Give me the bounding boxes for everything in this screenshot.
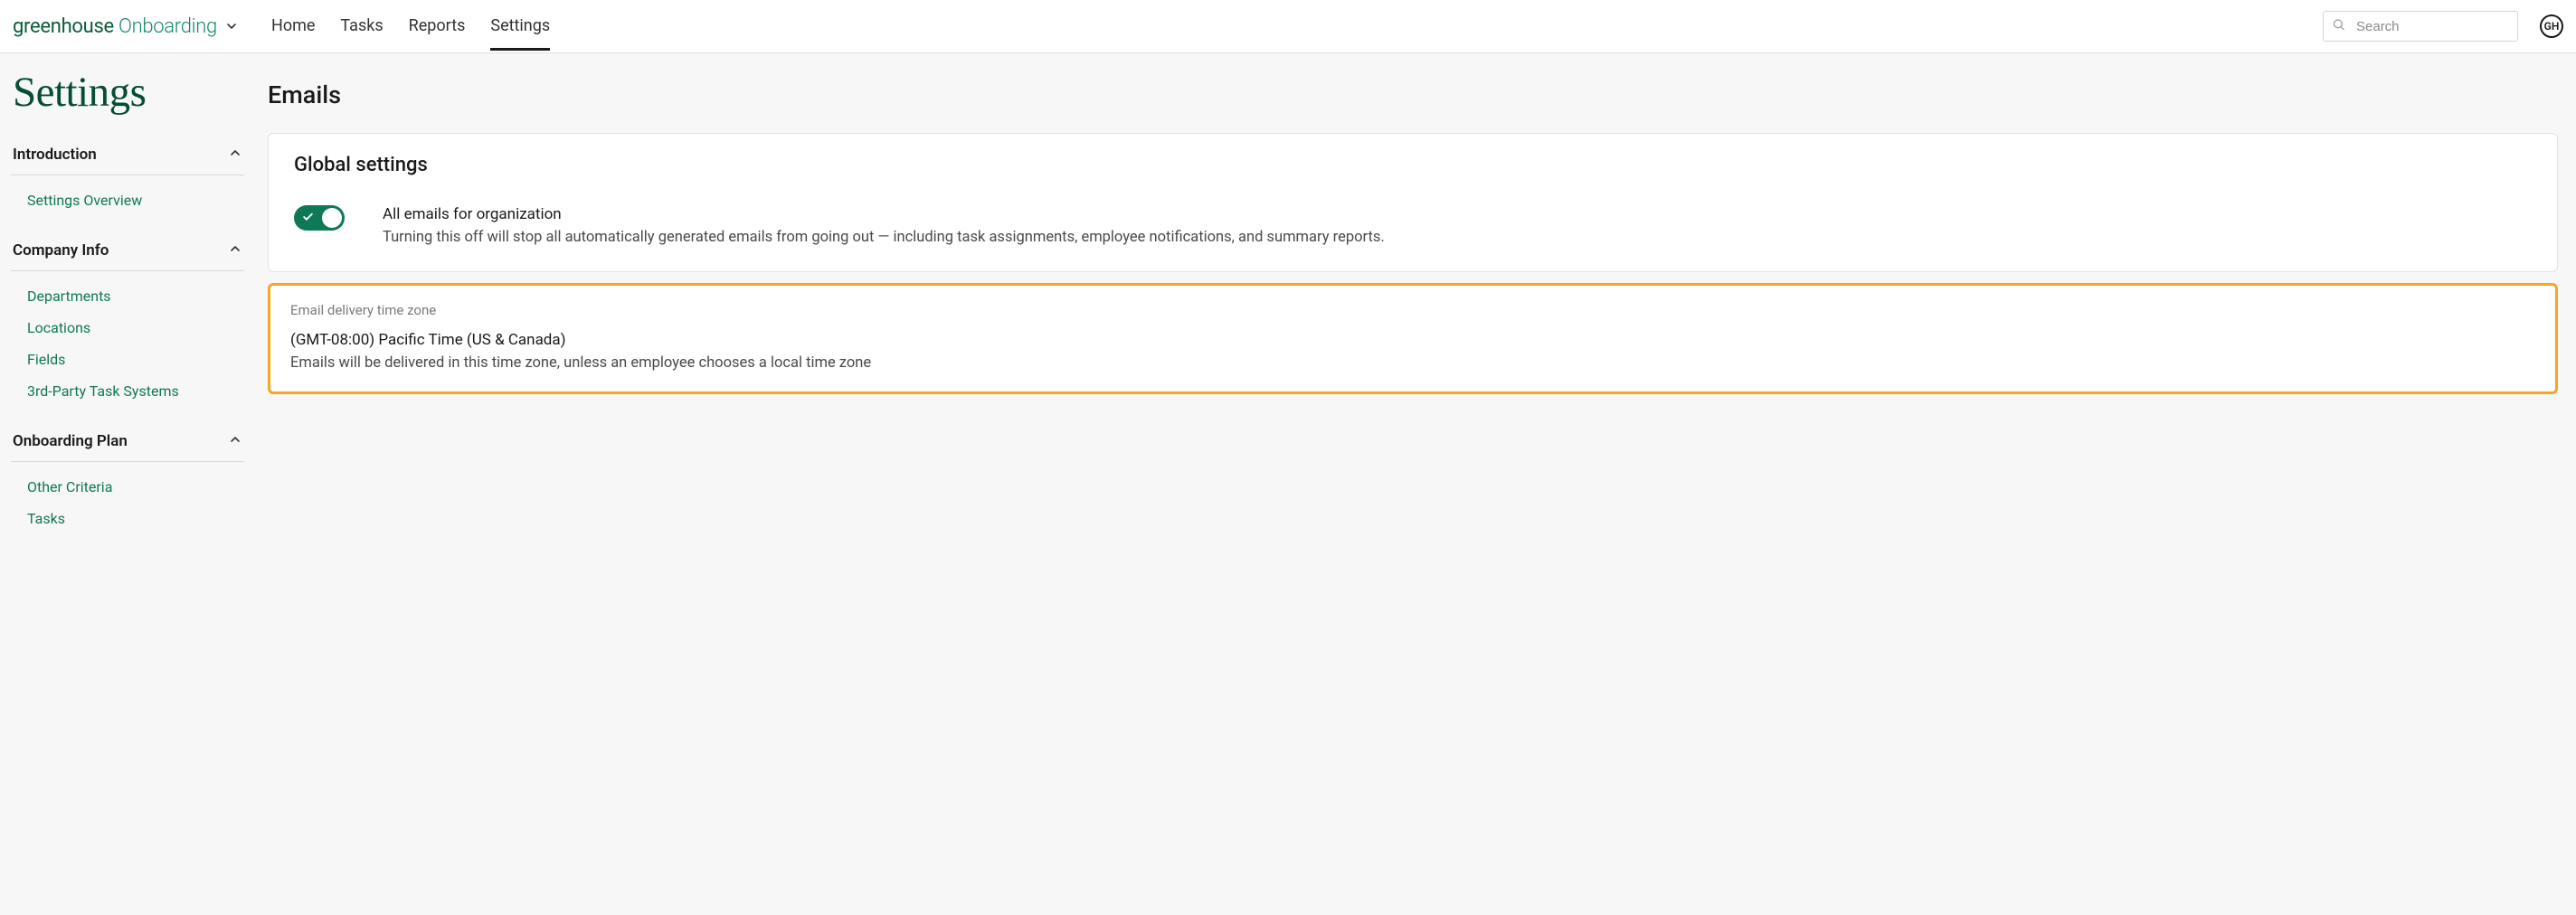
nav-home[interactable]: Home	[271, 2, 315, 51]
sidebar-item-3rd-party-task-systems[interactable]: 3rd-Party Task Systems	[27, 375, 244, 407]
nav-reports[interactable]: Reports	[409, 2, 466, 51]
brand-logo: greenhouse Onboarding	[13, 15, 217, 38]
field-label-timezone: Email delivery time zone	[290, 302, 2535, 318]
sidebar-item-locations[interactable]: Locations	[27, 312, 244, 344]
page-title: Settings	[13, 68, 244, 117]
nav-settings[interactable]: Settings	[490, 2, 550, 51]
sidebar-item-departments[interactable]: Departments	[27, 280, 244, 312]
sidebar-header-label: Introduction	[13, 146, 97, 164]
toggle-row-all-emails: All emails for organization Turning this…	[294, 205, 2532, 246]
chevron-up-icon	[228, 432, 242, 450]
sidebar-header-introduction[interactable]: Introduction	[11, 135, 244, 175]
avatar[interactable]: GH	[2540, 14, 2563, 38]
sidebar-section-introduction: Introduction Settings Overview	[11, 135, 244, 225]
sidebar-section-onboarding-plan: Onboarding Plan Other Criteria Tasks	[11, 421, 244, 543]
chevron-up-icon	[228, 241, 242, 259]
toggle-all-emails[interactable]	[294, 205, 345, 231]
chevron-up-icon	[228, 146, 242, 164]
field-value-timezone: (GMT-08:00) Pacific Time (US & Canada)	[290, 331, 2535, 349]
nav-links: Home Tasks Reports Settings	[271, 2, 550, 51]
sidebar-item-other-criteria[interactable]: Other Criteria	[27, 471, 244, 503]
sidebar-header-onboarding-plan[interactable]: Onboarding Plan	[11, 421, 244, 462]
toggle-knob	[322, 208, 342, 228]
sidebar-header-label: Company Info	[13, 241, 109, 259]
top-nav: greenhouse Onboarding Home Tasks Reports…	[0, 0, 2576, 53]
toggle-desc: Turning this off will stop all automatic…	[383, 229, 1385, 246]
sidebar-item-fields[interactable]: Fields	[27, 344, 244, 375]
card-global-settings: Global settings All emails for organizat…	[268, 133, 2558, 272]
search-input[interactable]	[2323, 11, 2518, 42]
main-content: Emails Global settings All emails for or…	[255, 53, 2576, 549]
card-email-timezone[interactable]: Email delivery time zone (GMT-08:00) Pac…	[268, 283, 2558, 394]
toggle-text: All emails for organization Turning this…	[383, 205, 1385, 246]
check-icon	[302, 210, 314, 227]
sidebar-section-company-info: Company Info Departments Locations Field…	[11, 231, 244, 416]
card-title: Global settings	[294, 154, 2532, 176]
search-wrap	[2323, 11, 2518, 42]
sidebar-item-settings-overview[interactable]: Settings Overview	[27, 184, 244, 216]
brand-switcher[interactable]: greenhouse Onboarding	[13, 15, 239, 38]
nav-tasks[interactable]: Tasks	[340, 2, 383, 51]
section-title-emails: Emails	[268, 80, 2558, 109]
sidebar-header-company-info[interactable]: Company Info	[11, 231, 244, 271]
sidebar-header-label: Onboarding Plan	[13, 432, 128, 450]
sidebar: Settings Introduction Settings Overview …	[0, 53, 255, 549]
sidebar-item-tasks[interactable]: Tasks	[27, 503, 244, 534]
toggle-title: All emails for organization	[383, 205, 1385, 223]
page-body: Settings Introduction Settings Overview …	[0, 53, 2576, 549]
chevron-down-icon	[224, 19, 239, 33]
field-desc-timezone: Emails will be delivered in this time zo…	[290, 354, 2535, 372]
